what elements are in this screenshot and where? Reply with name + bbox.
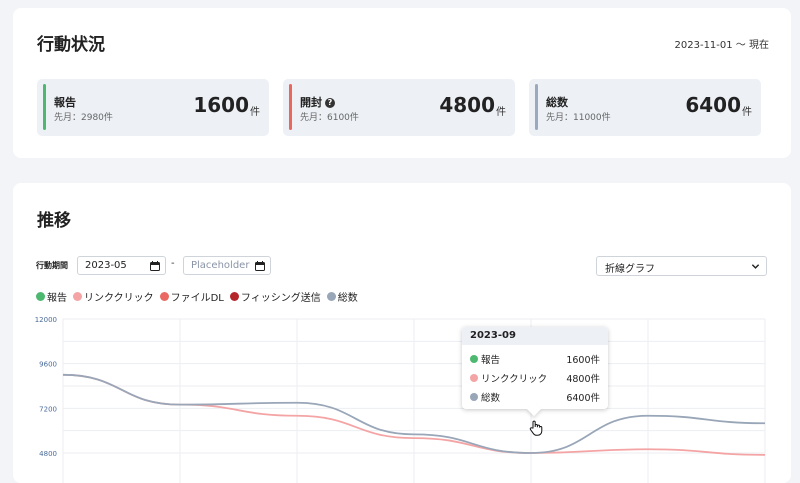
legend-dot [326, 292, 336, 301]
period-separator: - [171, 258, 175, 269]
legend-label: フィッシング送信 [240, 293, 321, 304]
tooltip-value: 1600件 [566, 355, 600, 366]
period-start-value: 2023-05 [85, 260, 127, 271]
period-start-input[interactable]: 2023-05 [77, 256, 166, 275]
period-end-input[interactable]: Placeholder [183, 256, 271, 275]
calendar-icon[interactable] [255, 261, 265, 271]
stat-value: 4800 [439, 93, 495, 117]
legend-label: 報告 [47, 293, 67, 304]
chart-type-select[interactable]: 折線グラフ [596, 256, 767, 276]
stat-unit: 件 [250, 107, 260, 118]
stat-accent-bar [43, 84, 46, 130]
tooltip-value: 6400件 [566, 393, 600, 404]
summary-card: 行動状況 2023-11-01 ～ 現在 報告 先月：2980件 1600 件 … [13, 8, 791, 158]
stat-card-open: 開封? 先月：6100件 4800 件 [283, 79, 515, 136]
period-label: 行動期間 [36, 261, 68, 270]
period-end-placeholder: Placeholder [191, 260, 250, 271]
legend-label: リンククリック [84, 293, 154, 304]
tooltip-row-report: 報告 1600件 [470, 352, 600, 366]
chart-type-value: 折線グラフ [605, 264, 655, 275]
y-tick-label: 9600 [39, 361, 57, 369]
stat-value: 1600 [193, 93, 249, 117]
y-tick-label: 7200 [39, 405, 57, 413]
stat-card-total: 総数 先月：11000件 6400 件 [529, 79, 761, 136]
tooltip-value: 4800件 [566, 374, 600, 385]
tooltip-label: 総数 [481, 393, 501, 404]
stat-label: 総数 [546, 96, 568, 109]
tooltip-dot [470, 393, 478, 401]
legend-dot [73, 292, 82, 301]
hand-cursor-icon [529, 420, 543, 436]
trend-title: 推移 [37, 211, 71, 231]
chart-tooltip: 2023-09 報告 1600件 リンククリック 4800件 総数 6400件 [462, 327, 608, 417]
summary-title: 行動状況 [37, 35, 105, 55]
stat-previous: 先月：6100件 [300, 113, 359, 123]
stat-unit: 件 [496, 107, 506, 118]
legend-item-phishing[interactable]: フィッシング送信 [229, 289, 321, 304]
chart-legend: 報告 リンククリック ファイルDL フィッシング送信 総数 [36, 289, 358, 304]
stat-previous: 先月：2980件 [54, 113, 113, 123]
trend-line-chart[interactable]: 12000 9600 7200 4800 [13, 309, 791, 483]
stat-value: 6400 [685, 93, 741, 117]
tooltip-row-total: 総数 6400件 [470, 390, 600, 404]
stat-unit: 件 [742, 107, 752, 118]
legend-dot [159, 292, 169, 301]
legend-item-report[interactable]: 報告 [36, 289, 67, 304]
tooltip-title: 2023-09 [462, 327, 608, 345]
stat-label-text: 開封 [300, 96, 322, 109]
help-icon[interactable]: ? [325, 98, 335, 108]
stat-previous: 先月：11000件 [546, 113, 611, 123]
y-tick-label: 12000 [35, 316, 57, 324]
chevron-down-icon [751, 264, 760, 269]
stat-card-report: 報告 先月：2980件 1600 件 [37, 79, 269, 136]
legend-label: 総数 [337, 293, 358, 304]
legend-label: ファイルDL [170, 293, 224, 304]
date-range: 2023-11-01 ～ 現在 [674, 40, 769, 51]
tooltip-dot [470, 374, 478, 382]
calendar-icon[interactable] [150, 261, 160, 271]
tooltip-dot [470, 355, 478, 363]
stat-label: 報告 [54, 96, 76, 109]
legend-item-file-dl[interactable]: ファイルDL [159, 289, 224, 304]
tooltip-label: 報告 [481, 355, 501, 366]
trend-card: 推移 行動期間 2023-05 - Placeholder 折線グラフ 報告 リ… [13, 183, 791, 483]
tooltip-row-link-click: リンククリック 4800件 [470, 371, 600, 385]
stat-accent-bar [289, 84, 292, 130]
legend-dot [36, 292, 45, 301]
legend-dot [229, 292, 239, 301]
legend-item-link-click[interactable]: リンククリック [73, 289, 154, 304]
stat-accent-bar [535, 84, 538, 130]
y-tick-label: 4800 [39, 450, 57, 458]
stat-label: 開封? [300, 94, 335, 110]
legend-item-total[interactable]: 総数 [326, 289, 358, 304]
tooltip-label: リンククリック [481, 374, 548, 385]
